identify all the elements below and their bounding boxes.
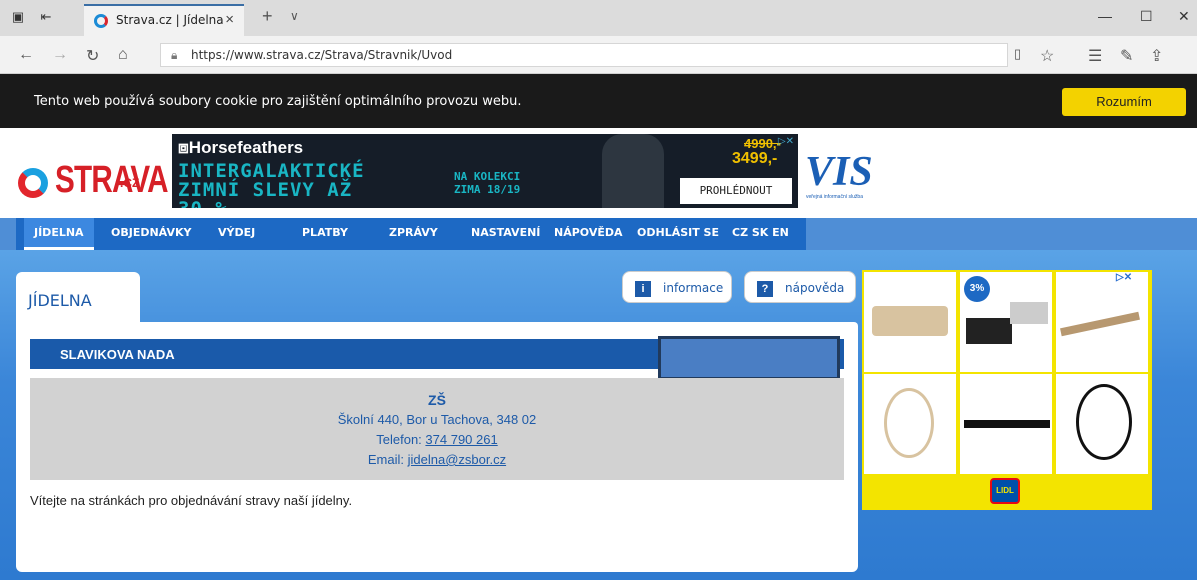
nav-inner: JÍDELNA OBJEDNÁVKY VÝDEJ PLATBY ZPRÁVY N… [16, 218, 806, 250]
nav-language[interactable]: CZ SK EN [732, 218, 789, 250]
banner-brand: ⧈Horsefeathers [178, 138, 304, 157]
nav-vydej[interactable]: VÝDEJ [218, 218, 255, 250]
vis-subtitle: veřejná informační služba [806, 194, 863, 200]
product-speaker[interactable] [864, 272, 956, 372]
school-name: ZŠ [428, 392, 446, 408]
info-button-label: informace [663, 281, 724, 295]
strava-logo-suffix: .CZ [120, 176, 140, 190]
school-phone-line: Telefon: 374 790 261 [30, 432, 844, 447]
reading-view-icon[interactable]: ▯ [1014, 46, 1021, 62]
nav-platby[interactable]: PLATBY [302, 218, 348, 250]
school-address: Školní 440, Bor u Tachova, 348 02 [337, 412, 537, 427]
ad-close-icon[interactable]: ▷✕ [1116, 272, 1132, 283]
url-text: https://www.strava.cz/Strava/Stravnik/Uv… [191, 48, 453, 62]
account-box[interactable] [658, 336, 840, 380]
help-button[interactable]: ? nápověda [744, 271, 856, 303]
nav-zpravy[interactable]: ZPRÁVY [389, 218, 438, 250]
strava-logo-icon[interactable] [18, 168, 48, 198]
cable-gold-image [884, 388, 934, 458]
school-info: ZŠ Školní 440, Bor u Tachova, 348 02 Tel… [30, 378, 844, 480]
favorites-list-icon[interactable]: ☰ [1088, 46, 1102, 66]
refresh-icon[interactable]: ↻ [86, 46, 99, 66]
product-cable-black[interactable] [1056, 374, 1148, 474]
user-name: SLAVIKOVA NADA [60, 347, 175, 362]
tab-list-icon[interactable]: ∨ [290, 9, 299, 23]
cookie-bar: Tento web používá soubory cookie pro zaj… [0, 74, 1197, 128]
soundbar-image [964, 420, 1050, 428]
nav-jidelna[interactable]: JÍDELNA [24, 218, 94, 250]
phone-link[interactable]: 374 790 261 [425, 432, 497, 447]
tab-title: Strava.cz | Jídelna [116, 13, 224, 27]
lidl-ad[interactable]: 3% ▷✕ LIDL [862, 270, 1152, 510]
cookie-text: Tento web používá soubory cookie pro zaj… [34, 94, 522, 109]
banner-collection: NA KOLEKCI ZIMA 18/19 [454, 170, 521, 196]
vis-logo[interactable]: VIS [805, 148, 873, 196]
nav-odhlasit[interactable]: ODHLÁSIT SE [637, 218, 719, 250]
banner-slogan: INTERGALAKTICKÉ ZIMNÍ SLEVY AŽ 30 % [178, 160, 365, 209]
tab-actions-icon[interactable]: ▣ [10, 9, 26, 25]
horsefeathers-banner-ad[interactable]: ⧈Horsefeathers INTERGALAKTICKÉ ZIMNÍ SLE… [172, 134, 798, 208]
main-navigation: JÍDELNA OBJEDNÁVKY VÝDEJ PLATBY ZPRÁVY N… [0, 218, 1197, 250]
forward-icon[interactable]: → [52, 46, 68, 64]
speaker-image [872, 306, 948, 336]
product-soundbar[interactable] [960, 374, 1052, 474]
lidl-logo[interactable]: LIDL [990, 478, 1020, 504]
browser-tab[interactable]: Strava.cz | Jídelna × [84, 4, 244, 36]
welcome-text: Vítejte na stránkách pro objednávání str… [30, 493, 353, 508]
tab-close-icon[interactable]: × [225, 11, 234, 28]
school-email-line: Email: jidelna@zsbor.cz [30, 452, 844, 467]
cable-black-image [1076, 384, 1132, 460]
product-curler[interactable] [1056, 272, 1148, 372]
lock-icon: 🔒︎ [171, 48, 178, 62]
browser-tab-bar: ▣ ⇤ Strava.cz | Jídelna × + ∨ — ☐ ✕ [0, 0, 1197, 36]
email-link[interactable]: jidelna@zsbor.cz [408, 452, 506, 467]
jacket-image [602, 134, 664, 208]
nav-napoveda[interactable]: NÁPOVĚDA [554, 218, 623, 250]
banner-price: 3499,- [732, 150, 778, 167]
info-button[interactable]: i informace [622, 271, 732, 303]
pen-icon[interactable]: ✎ [1120, 46, 1133, 66]
strava-logo-text[interactable]: STRAVA [55, 159, 169, 202]
cookie-accept-button[interactable]: Rozumím [1062, 88, 1186, 116]
address-toolbar: ← → ↻ ⌂ 🔒︎ https://www.strava.cz/Strava/… [0, 36, 1197, 74]
banner-cta-button[interactable]: PROHLÉDNOUT [680, 178, 792, 204]
email-label: Email: [367, 452, 408, 467]
amplifier-image [966, 318, 1012, 344]
share-icon[interactable]: ⇪ [1150, 46, 1163, 66]
help-button-label: nápověda [785, 281, 845, 295]
back-icon[interactable]: ← [18, 46, 34, 64]
tab-aside-icon[interactable]: ⇤ [38, 9, 54, 25]
section-title: JÍDELNA [28, 291, 92, 310]
phone-label: Telefon: [376, 432, 426, 447]
info-icon: i [635, 281, 651, 297]
device-image [1010, 302, 1048, 324]
nav-objednavky[interactable]: OBJEDNÁVKY [111, 218, 191, 250]
maximize-button[interactable]: ☐ [1140, 8, 1153, 25]
question-icon: ? [757, 281, 773, 297]
nav-nastaveni[interactable]: NASTAVENÍ [471, 218, 540, 250]
strava-favicon-icon [94, 14, 108, 28]
adchoices-icon[interactable]: ▷✕ [754, 136, 794, 148]
favorite-star-icon[interactable]: ☆ [1040, 46, 1054, 66]
close-window-button[interactable]: ✕ [1178, 8, 1190, 25]
product-amplifier[interactable]: 3% [960, 272, 1052, 372]
home-icon[interactable]: ⌂ [118, 46, 128, 64]
address-bar[interactable]: 🔒︎ https://www.strava.cz/Strava/Stravnik… [160, 43, 1008, 67]
new-tab-button[interactable]: + [262, 6, 273, 27]
section-tab: JÍDELNA [16, 272, 140, 324]
minimize-button[interactable]: — [1098, 8, 1112, 24]
discount-badge: 3% [964, 276, 990, 302]
product-cable-gold[interactable] [864, 374, 956, 474]
curler-image [1060, 311, 1140, 337]
